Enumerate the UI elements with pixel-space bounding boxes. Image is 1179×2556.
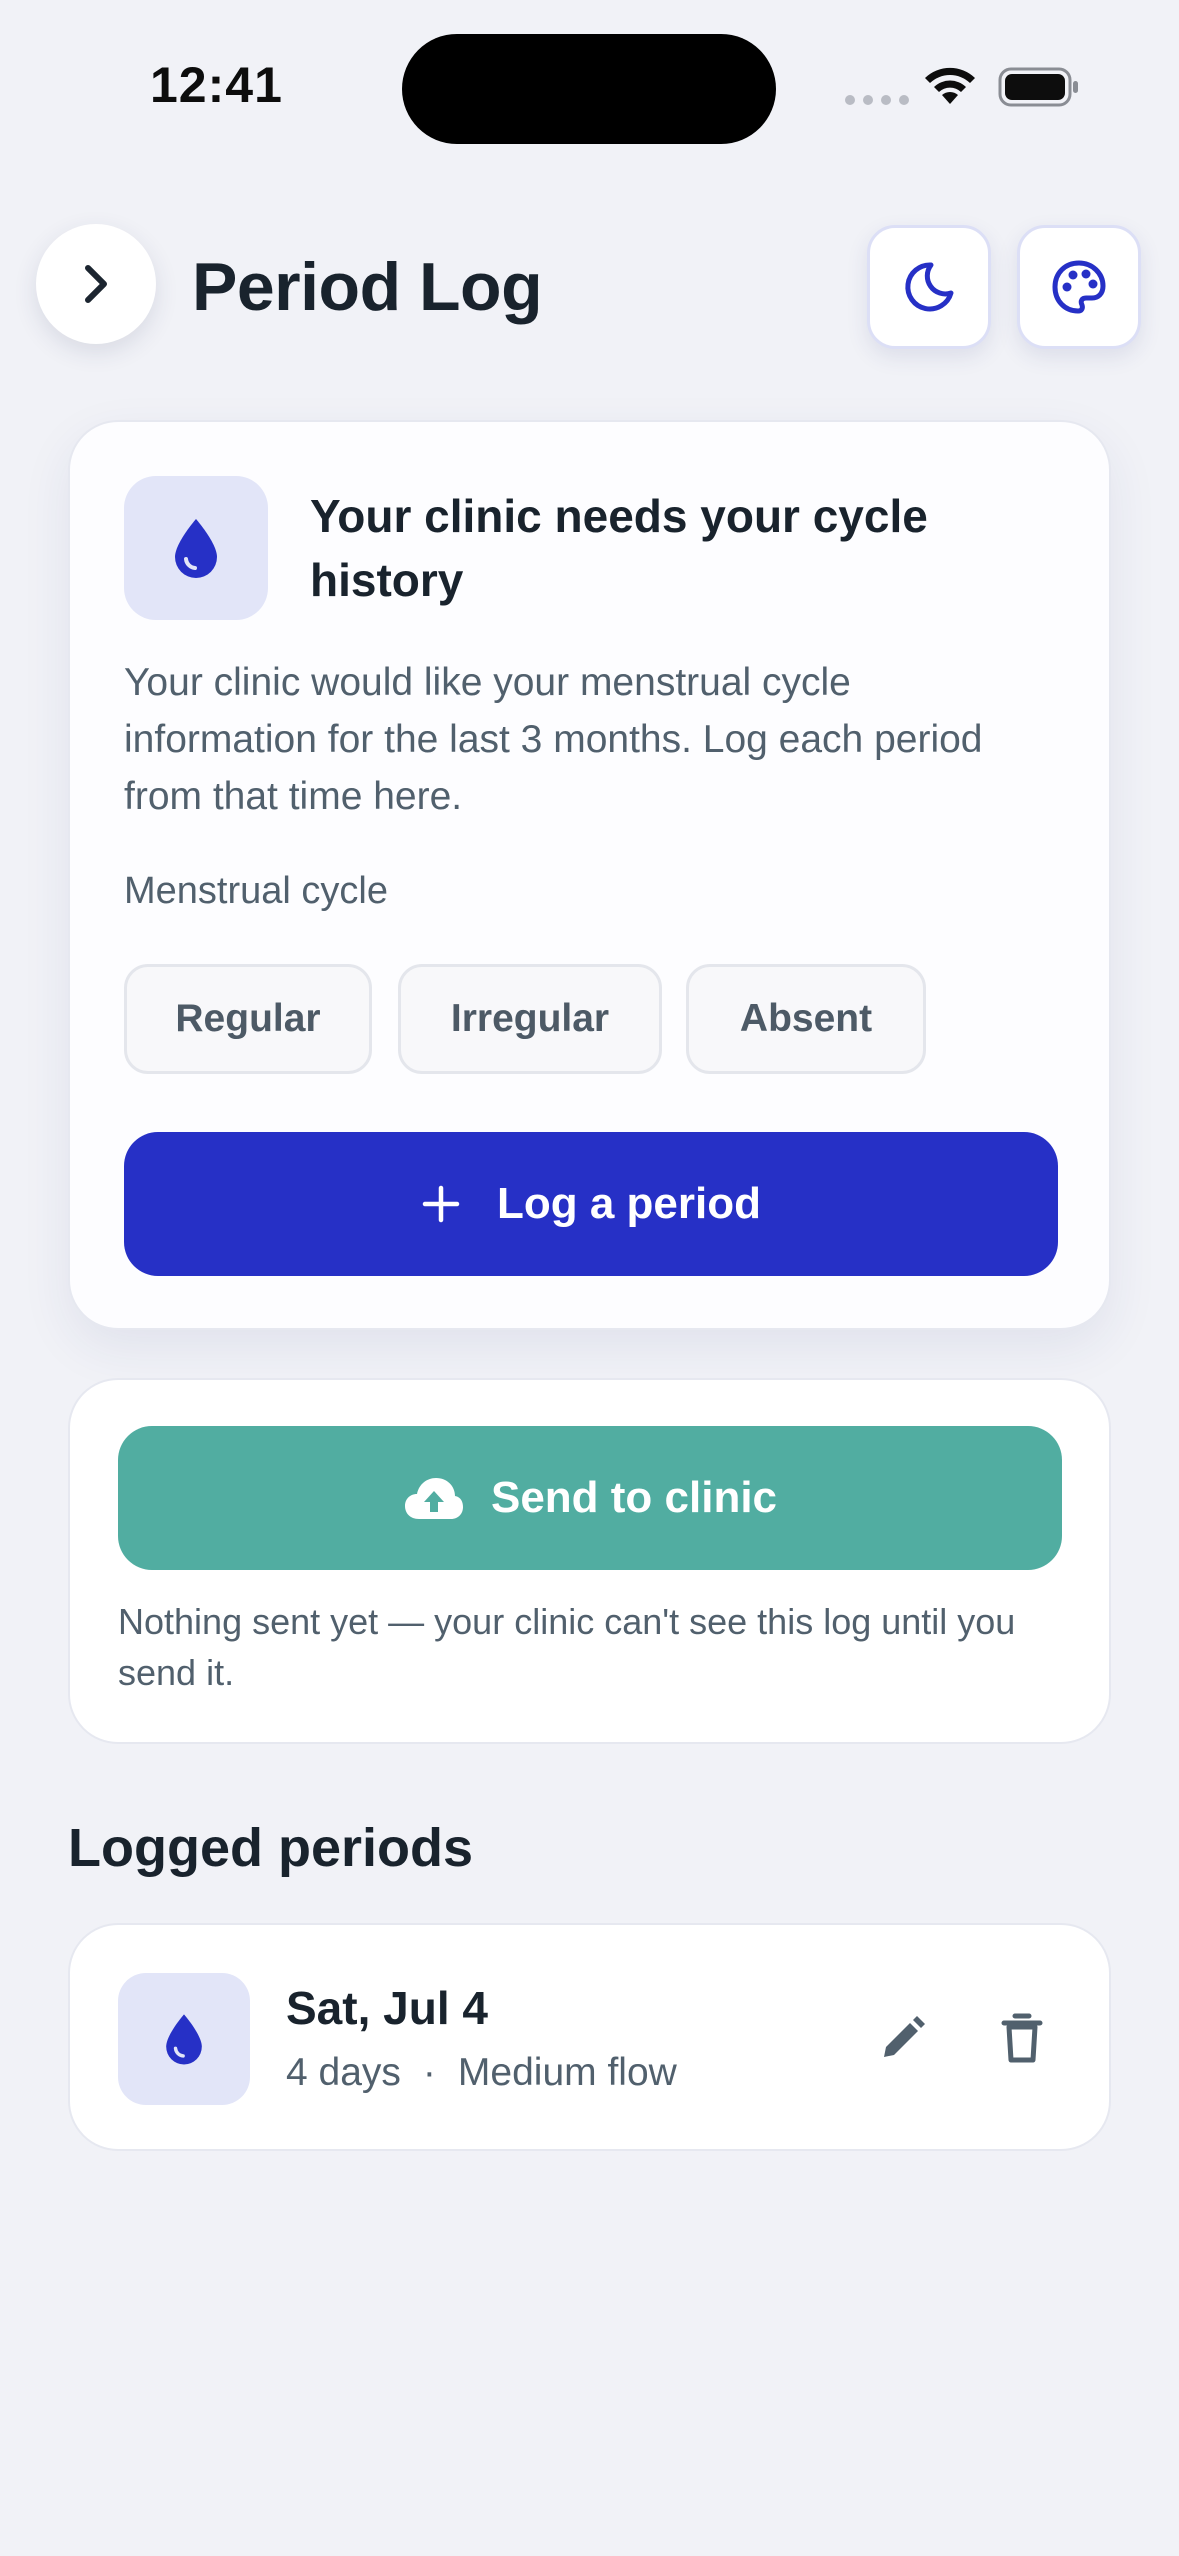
request-title: Your clinic needs your cycle history	[310, 490, 928, 606]
send-to-clinic-label: Send to clinic	[490, 1473, 778, 1522]
drop-icon-tile	[124, 476, 268, 620]
cycle-option-irregular[interactable]: Irregular	[398, 964, 662, 1074]
drop-icon	[166, 2014, 202, 2065]
battery-icon	[998, 67, 1078, 107]
moon-icon	[905, 262, 954, 312]
edit-entry-button[interactable]	[850, 1987, 954, 2091]
entry-drop-tile	[118, 1973, 250, 2105]
cycle-option-regular[interactable]: Regular	[124, 964, 372, 1074]
plus-icon	[422, 1185, 460, 1223]
palette-button[interactable]	[1017, 225, 1141, 349]
page-title: Period Log	[192, 249, 543, 325]
trash-icon	[1001, 2013, 1043, 2063]
period-log-screen: 12:41 Period Log Your clinic needs your …	[0, 0, 1179, 2556]
period-entry[interactable]: Sat, Jul 4 4 days · Medium flow	[68, 1923, 1111, 2151]
chevron-right-icon	[85, 265, 107, 303]
palette-icon	[1052, 260, 1106, 314]
clinic-request-card: Your clinic needs your cycle history You…	[68, 420, 1111, 1330]
send-card: Send to clinic Nothing sent yet — your c…	[68, 1378, 1111, 1744]
cycle-option-absent[interactable]: Absent	[686, 964, 926, 1074]
entry-duration: 4 days	[286, 2051, 401, 2094]
dynamic-island	[402, 34, 776, 144]
logged-periods-heading: Logged periods	[68, 1818, 473, 1878]
wifi-icon	[925, 67, 975, 104]
cloud-upload-icon	[404, 1478, 463, 1519]
cycle-label: Menstrual cycle	[124, 870, 388, 912]
send-to-clinic-button[interactable]: Send to clinic	[118, 1426, 1062, 1570]
cellular-signal-icon	[845, 95, 909, 105]
request-description: Your clinic would like your menstrual cy…	[124, 661, 983, 818]
meta-separator: ·	[422, 2051, 436, 2094]
drop-icon	[175, 519, 217, 578]
entry-date: Sat, Jul 4	[286, 1982, 488, 2034]
pencil-icon	[884, 2016, 925, 2057]
theme-toggle-button[interactable]	[867, 225, 991, 349]
log-period-button[interactable]: Log a period	[124, 1132, 1058, 1276]
send-status-note: Nothing sent yet — your clinic can't see…	[118, 1601, 1016, 1693]
status-time: 12:41	[150, 57, 283, 113]
log-period-label: Log a period	[497, 1179, 761, 1228]
back-button[interactable]	[36, 224, 156, 344]
entry-flow: Medium flow	[457, 2051, 677, 2094]
entry-meta: 4 days · Medium flow	[286, 2051, 677, 2095]
delete-entry-button[interactable]	[970, 1987, 1074, 2091]
